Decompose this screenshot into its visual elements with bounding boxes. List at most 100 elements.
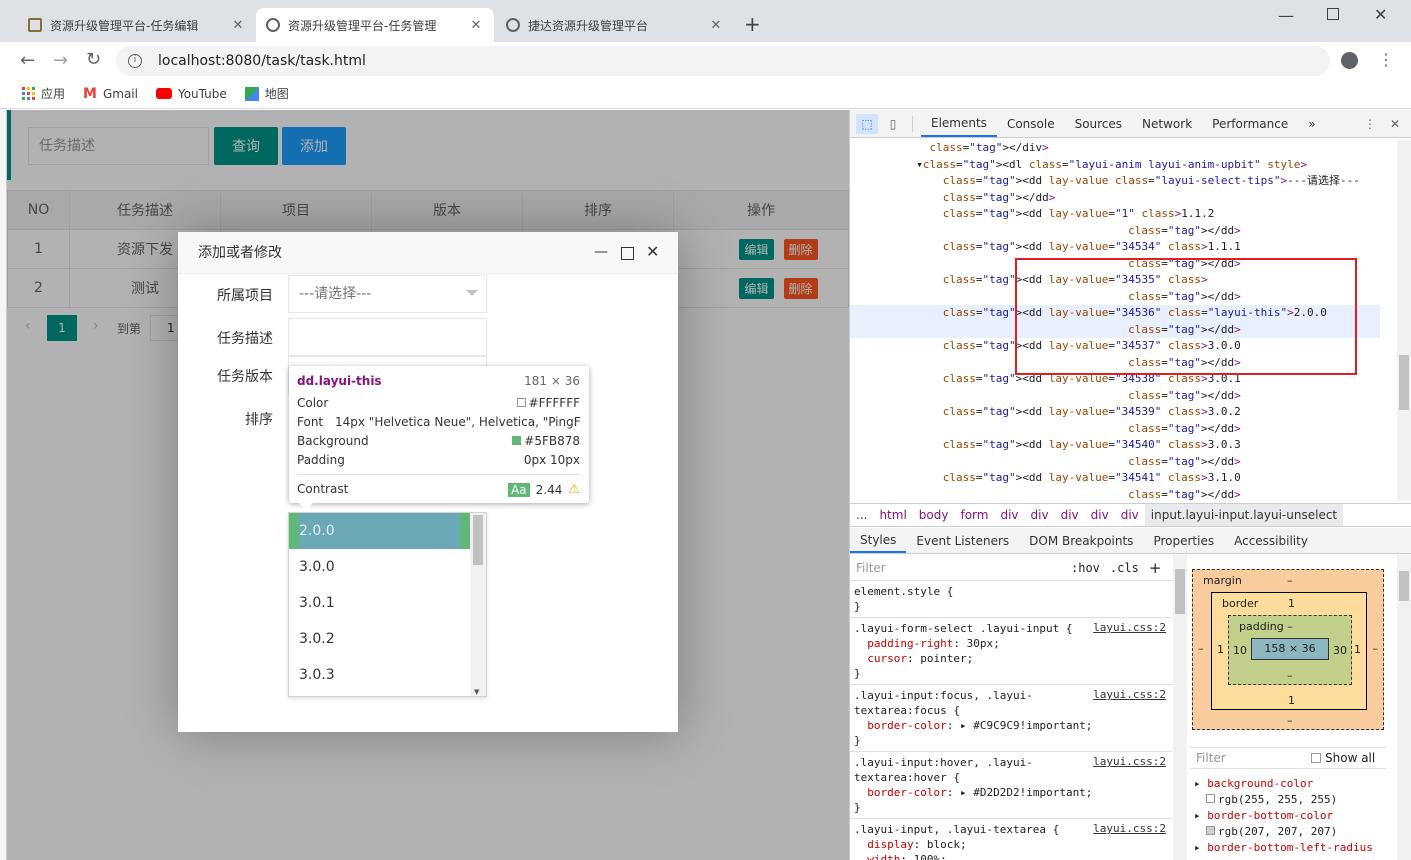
breadcrumb-item[interactable]: div bbox=[994, 504, 1024, 526]
subtab-styles[interactable]: Styles bbox=[850, 528, 907, 553]
maximize-icon[interactable] bbox=[621, 247, 634, 260]
styles-filter-input[interactable]: Filter bbox=[856, 561, 1061, 575]
tab-performance[interactable]: Performance bbox=[1202, 110, 1298, 137]
tab-jetta-platform[interactable]: 捷达资源升级管理平台 ✕ bbox=[496, 8, 734, 42]
breadcrumb-item[interactable]: form bbox=[954, 504, 994, 526]
dom-node-line[interactable]: ▾class="tag"><dl class="layui-anim layui… bbox=[850, 157, 1380, 174]
bookmark-apps[interactable]: 应用 bbox=[22, 85, 65, 102]
subtab-accessibility[interactable]: Accessibility bbox=[1224, 528, 1318, 553]
dropdown-option[interactable]: 3.0.2 bbox=[289, 621, 486, 657]
bookmark-gmail[interactable]: M Gmail bbox=[83, 86, 138, 102]
css-rule[interactable]: .layui-input, .layui-textarea { display:… bbox=[854, 822, 1059, 860]
breadcrumb-item[interactable]: input.layui-input.layui-unselect bbox=[1144, 504, 1344, 526]
subtab-event-listeners[interactable]: Event Listeners bbox=[906, 528, 1019, 553]
reload-icon[interactable]: ↻ bbox=[86, 49, 101, 70]
task-desc-input[interactable] bbox=[288, 318, 487, 356]
show-all-checkbox[interactable] bbox=[1311, 753, 1321, 763]
tab-sources[interactable]: Sources bbox=[1065, 110, 1132, 137]
css-source-link[interactable]: layui.css:2 bbox=[1093, 822, 1166, 835]
dom-node-line[interactable]: class="tag"></dd> bbox=[850, 388, 1380, 405]
minimize-icon[interactable]: — bbox=[1278, 6, 1294, 25]
css-source-link[interactable]: layui.css:2 bbox=[1093, 755, 1166, 768]
css-source-link[interactable]: layui.css:2 bbox=[1093, 621, 1166, 634]
dom-node-line[interactable]: class="tag"></dd> bbox=[850, 454, 1380, 471]
breadcrumb-item[interactable]: html bbox=[873, 504, 912, 526]
inspect-tooltip: dd.layui-this 181 × 36 Color #FFFFFF Font… bbox=[289, 366, 589, 510]
dom-node-line[interactable]: class="tag"><dd lay-value="34539" class>… bbox=[850, 404, 1380, 421]
close-window-icon[interactable]: ✕ bbox=[1374, 5, 1387, 24]
css-source-link[interactable]: layui.css:2 bbox=[1093, 688, 1166, 701]
scrollbar[interactable]: ▼ bbox=[470, 513, 486, 696]
new-tab-icon[interactable]: + bbox=[744, 12, 761, 36]
dom-node-line[interactable]: class="tag"></dd> bbox=[850, 223, 1380, 240]
more-tabs-icon[interactable]: » bbox=[1298, 110, 1325, 137]
device-toolbar-icon[interactable]: ▯ bbox=[882, 114, 904, 134]
breadcrumb-item[interactable]: div bbox=[1115, 504, 1145, 526]
add-rule-icon[interactable]: + bbox=[1149, 559, 1162, 577]
dom-node-line[interactable]: class="tag"><dd lay-value="34541" class>… bbox=[850, 470, 1380, 487]
profile-avatar-icon[interactable] bbox=[1341, 52, 1358, 69]
dom-node-line[interactable]: class="tag"></div> bbox=[850, 140, 1380, 157]
tab-console[interactable]: Console bbox=[997, 110, 1065, 137]
computed-item[interactable]: ▸ background-color bbox=[1194, 776, 1373, 792]
chevron-down-icon[interactable] bbox=[466, 290, 478, 296]
computed-item[interactable]: ▸ border-bottom-left-radius bbox=[1194, 840, 1373, 856]
close-tab-icon[interactable]: ✕ bbox=[468, 18, 484, 33]
maximize-icon[interactable] bbox=[1327, 8, 1339, 20]
dropdown-option[interactable]: 3.0.0 bbox=[289, 549, 486, 585]
css-rule[interactable]: element.style { } bbox=[854, 584, 953, 614]
minimize-icon[interactable]: — bbox=[594, 244, 608, 260]
devtools-close-icon[interactable]: ✕ bbox=[1390, 117, 1400, 131]
tab-task-manage[interactable]: 资源升级管理平台-任务管理 ✕ bbox=[256, 8, 494, 42]
css-rule[interactable]: .layui-input:focus, .layui- textarea:foc… bbox=[854, 688, 1092, 748]
breadcrumb-item[interactable]: ... bbox=[850, 504, 873, 526]
back-arrow-icon[interactable]: ← bbox=[20, 50, 35, 71]
tab-task-edit[interactable]: 资源升级管理平台-任务编辑 ✕ bbox=[18, 8, 256, 42]
dom-node-line[interactable]: class="tag"><dd lay-value class="layui-s… bbox=[850, 173, 1380, 190]
scrollbar-thumb[interactable] bbox=[473, 515, 483, 565]
dropdown-option-selected[interactable]: 2.0.0 bbox=[289, 513, 470, 549]
bookmark-youtube[interactable]: YouTube bbox=[155, 87, 227, 101]
computed-item[interactable]: ▸ border-bottom-color bbox=[1194, 808, 1373, 824]
dom-node-line[interactable]: class="tag"></dd> bbox=[850, 487, 1380, 501]
close-icon[interactable]: ✕ bbox=[646, 242, 659, 261]
dropdown-option[interactable]: 3.0.3 bbox=[289, 657, 486, 693]
dom-node-line[interactable]: class="tag"><dd lay-value="34540" class>… bbox=[850, 437, 1380, 454]
menu-kebab-icon[interactable]: ⋮ bbox=[1378, 50, 1394, 69]
dom-node-line[interactable]: class="tag"><dd lay-value="1" class>1.1.… bbox=[850, 206, 1380, 223]
project-select[interactable]: ---请选择--- bbox=[288, 275, 487, 313]
breadcrumb-item[interactable]: div bbox=[1055, 504, 1085, 526]
breadcrumb-item[interactable]: div bbox=[1025, 504, 1055, 526]
dropdown-option[interactable]: 3.0.1 bbox=[289, 585, 486, 621]
show-all-label: Show all bbox=[1325, 751, 1376, 765]
computed-scrollbar[interactable] bbox=[1397, 555, 1411, 860]
forward-arrow-icon[interactable]: → bbox=[53, 50, 68, 71]
styles-scrollbar[interactable] bbox=[1173, 555, 1187, 860]
devtools-menu-icon[interactable]: ⋮ bbox=[1364, 117, 1376, 131]
inspect-cursor-icon[interactable]: ⬚ bbox=[856, 113, 878, 134]
close-tab-icon[interactable]: ✕ bbox=[708, 18, 724, 33]
breadcrumb-item[interactable]: body bbox=[913, 504, 955, 526]
close-tab-icon[interactable]: ✕ bbox=[230, 18, 246, 33]
info-icon[interactable]: i bbox=[128, 54, 142, 68]
dom-scrollbar[interactable] bbox=[1397, 140, 1411, 500]
css-rule[interactable]: .layui-form-select .layui-input { paddin… bbox=[854, 621, 1073, 681]
breadcrumb-item[interactable]: div bbox=[1085, 504, 1115, 526]
hov-toggle[interactable]: :hov bbox=[1071, 561, 1100, 575]
gmail-icon: M bbox=[83, 85, 97, 102]
computed-filter-input[interactable]: Filter bbox=[1196, 751, 1311, 765]
css-rule[interactable]: .layui-input:hover, .layui- textarea:hov… bbox=[854, 755, 1092, 815]
bookmark-maps[interactable]: 地图 bbox=[244, 85, 289, 102]
dom-node-line[interactable]: class="tag"></dd> bbox=[850, 421, 1380, 438]
tab-elements[interactable]: Elements bbox=[921, 110, 997, 137]
subtab-dom-breakpoints[interactable]: DOM Breakpoints bbox=[1019, 528, 1143, 553]
scroll-down-icon[interactable]: ▼ bbox=[474, 688, 479, 696]
tab-network[interactable]: Network bbox=[1132, 110, 1202, 137]
cls-toggle[interactable]: .cls bbox=[1110, 561, 1139, 575]
field-label-sort: 排序 bbox=[245, 412, 273, 428]
dom-node-line[interactable]: class="tag"></dd> bbox=[850, 190, 1380, 207]
dom-node-line[interactable]: class="tag"><dd lay-value="34534" class>… bbox=[850, 239, 1380, 256]
address-bar[interactable]: i localhost:8080/task/task.html bbox=[116, 46, 1330, 76]
subtab-properties[interactable]: Properties bbox=[1143, 528, 1224, 553]
field-label-version: 任务版本 bbox=[217, 369, 273, 385]
